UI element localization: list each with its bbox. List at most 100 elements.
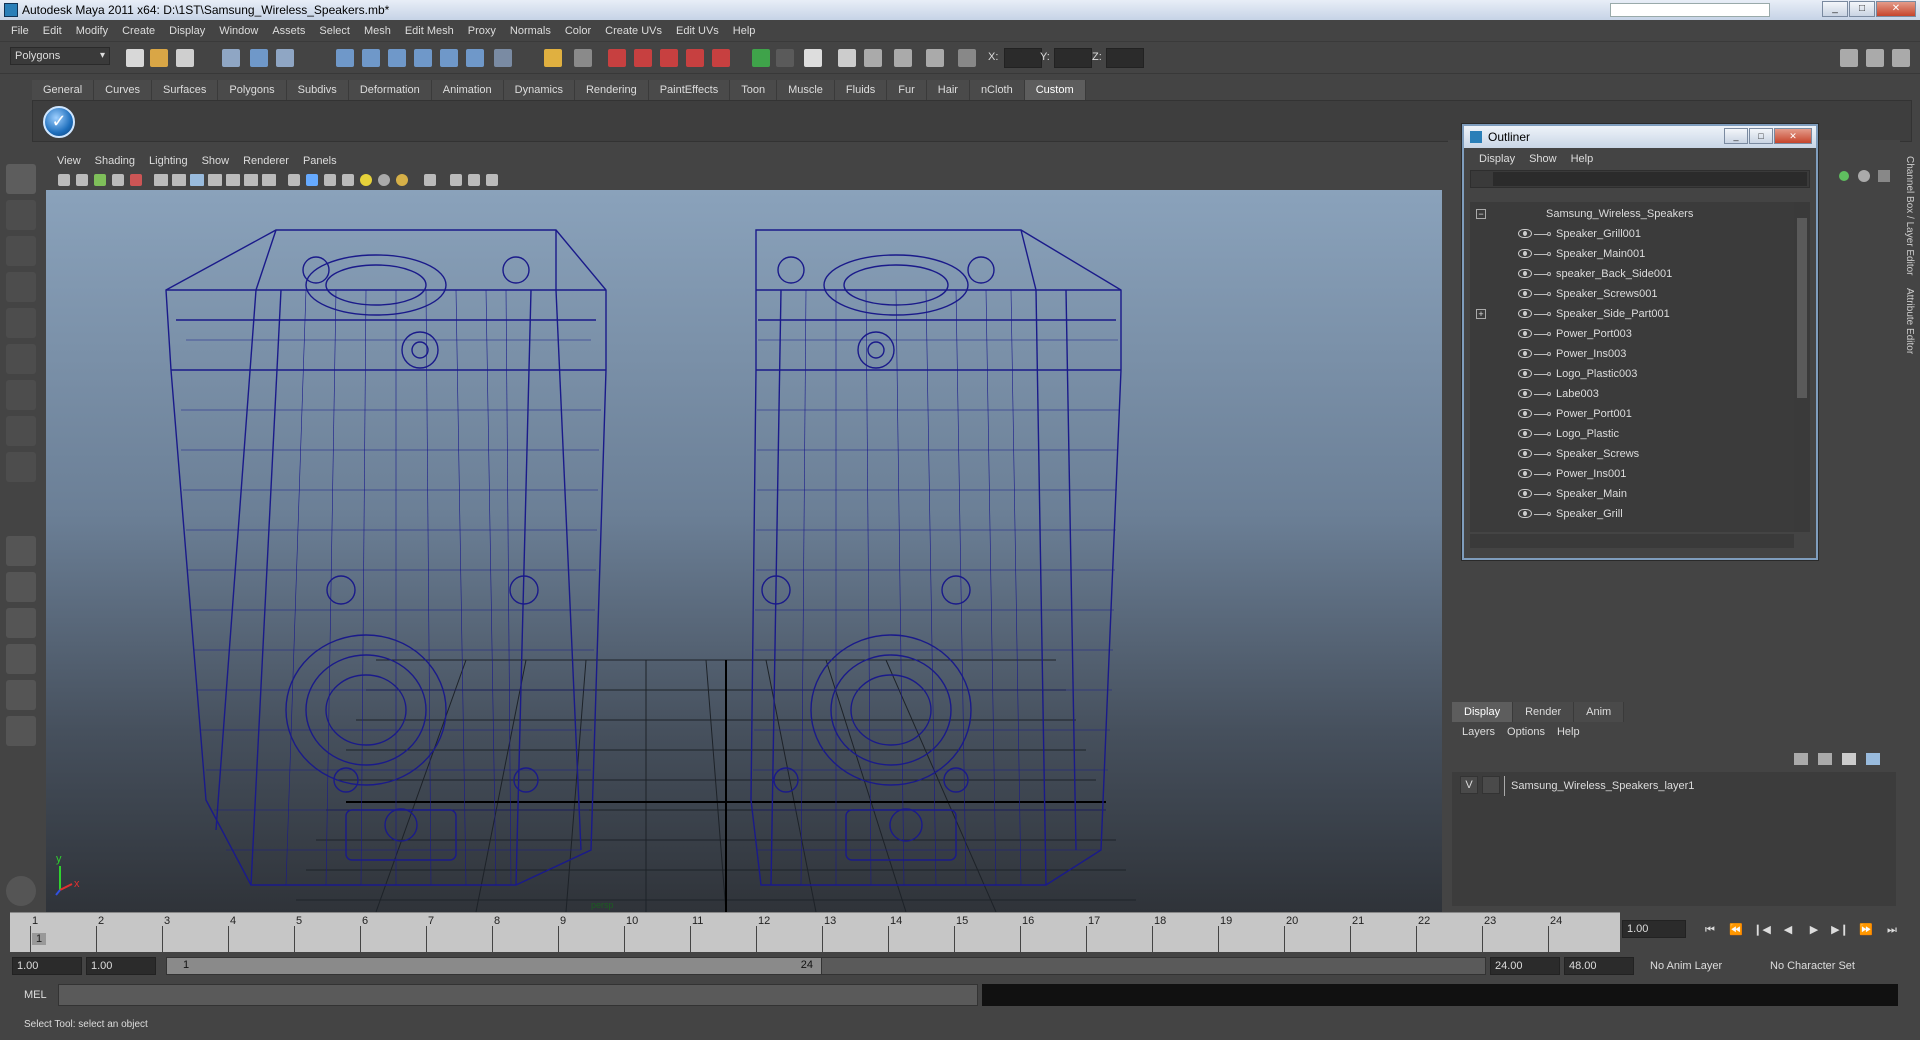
help-icon[interactable] — [494, 49, 512, 67]
y-input[interactable] — [1054, 48, 1092, 68]
tab-painteffects[interactable]: PaintEffects — [648, 80, 731, 100]
toggle-panel-icon[interactable] — [776, 49, 794, 67]
attribute-editor-toggle-icon[interactable] — [838, 49, 856, 67]
layer-playback-toggle[interactable] — [1482, 776, 1500, 794]
tab-toon[interactable]: Toon — [730, 80, 778, 100]
channel-box-toggle-icon[interactable] — [804, 49, 822, 67]
save-scene-icon[interactable] — [176, 49, 194, 67]
layer-menu-help[interactable]: Help — [1551, 722, 1586, 742]
snap-view-plane-icon[interactable] — [414, 49, 432, 67]
persp-outliner-layout-icon[interactable] — [6, 608, 36, 638]
help-search-input[interactable] — [1610, 3, 1770, 17]
z-input[interactable] — [1106, 48, 1144, 68]
current-frame-field[interactable]: 1.00 — [1622, 920, 1686, 938]
viewport-menu-show[interactable]: Show — [195, 152, 237, 170]
playback-end-field[interactable]: 24.00 — [1490, 957, 1560, 975]
layer-menu-options[interactable]: Options — [1501, 722, 1551, 742]
manipulator-tool-icon[interactable] — [6, 380, 36, 410]
make-live-icon[interactable] — [440, 49, 458, 67]
tab-subdivs[interactable]: Subdivs — [286, 80, 349, 100]
input-line-icon[interactable] — [752, 49, 770, 67]
outliner-item[interactable]: Speaker_Main001 — [1470, 244, 1790, 264]
select-by-component-icon[interactable] — [276, 49, 294, 67]
layer-tab-display[interactable]: Display — [1452, 702, 1514, 722]
maximize-button[interactable]: □ — [1849, 1, 1875, 17]
lasso-tool-icon[interactable] — [6, 200, 36, 230]
tab-attribute-editor[interactable]: Attribute Editor — [1900, 282, 1919, 360]
hypershade-icon[interactable] — [686, 49, 704, 67]
x-input[interactable] — [1004, 48, 1042, 68]
history-icon[interactable] — [466, 49, 484, 67]
command-language-label[interactable]: MEL — [24, 989, 47, 1001]
outliner-minimize-button[interactable]: _ — [1724, 128, 1748, 144]
viewport-menu-lighting[interactable]: Lighting — [142, 152, 195, 170]
start-time-field[interactable]: 1.00 — [12, 957, 82, 975]
layer-buttons[interactable] — [1792, 750, 1892, 768]
menu-file[interactable]: File — [4, 20, 36, 42]
select-by-hierarchy-icon[interactable] — [222, 49, 240, 67]
outliner-filter-input[interactable] — [1493, 172, 1807, 186]
snap-point-icon[interactable] — [388, 49, 406, 67]
outliner-menu-display[interactable]: Display — [1472, 148, 1522, 170]
outliner-root-item[interactable]: − Samsung_Wireless_Speakers — [1470, 204, 1790, 224]
outliner-item[interactable]: Logo_Plastic003 — [1470, 364, 1790, 384]
outliner-vertical-scrollbar[interactable] — [1794, 202, 1810, 532]
tab-muscle[interactable]: Muscle — [777, 80, 835, 100]
outliner-item[interactable]: Logo_Plastic — [1470, 424, 1790, 444]
outliner-item[interactable]: Speaker_Grill — [1470, 504, 1790, 524]
menu-create[interactable]: Create — [115, 20, 162, 42]
time-slider[interactable]: 1 2 3 4 5 6 7 8 9 10 11 12 13 14 15 16 17 18 19 20 21 22 23 24 1 — [10, 912, 1620, 952]
layer-tab-anim[interactable]: Anim — [1574, 702, 1625, 722]
play-forwards-icon[interactable]: ▶ — [1804, 922, 1824, 938]
render-view-icon[interactable] — [712, 49, 730, 67]
viewport-menu-renderer[interactable]: Renderer — [236, 152, 296, 170]
outliner-item[interactable]: Labe003 — [1470, 384, 1790, 404]
persp-graph-layout-icon[interactable] — [6, 644, 36, 674]
speaker-right-wireframe[interactable] — [750, 229, 1122, 886]
four-view-layout-icon[interactable] — [6, 572, 36, 602]
step-back-frame-icon[interactable]: ❙◀ — [1752, 922, 1772, 938]
outliner-menu-show[interactable]: Show — [1522, 148, 1564, 170]
hand-tool-icon[interactable] — [6, 876, 36, 906]
tab-polygons[interactable]: Polygons — [218, 80, 287, 100]
outliner-maximize-button[interactable]: □ — [1749, 128, 1773, 144]
scale-tool-icon[interactable] — [6, 344, 36, 374]
command-input[interactable] — [58, 984, 978, 1006]
tab-fluids[interactable]: Fluids — [834, 80, 888, 100]
outliner-item[interactable]: Speaker_Grill001 — [1470, 224, 1790, 244]
outliner-item[interactable]: Power_Port003 — [1470, 324, 1790, 344]
menu-modify[interactable]: Modify — [69, 20, 115, 42]
tab-surfaces[interactable]: Surfaces — [151, 80, 219, 100]
snap-curve-icon[interactable] — [362, 49, 380, 67]
menu-proxy[interactable]: Proxy — [461, 20, 503, 42]
tab-general[interactable]: General — [32, 80, 95, 100]
layer-menu-layers[interactable]: Layers — [1456, 722, 1501, 742]
ipr-render-icon[interactable] — [634, 49, 652, 67]
current-time-marker[interactable]: 1 — [32, 933, 47, 945]
outliner-item[interactable]: speaker_Back_Side001 — [1470, 264, 1790, 284]
viewport-menu-panels[interactable]: Panels — [296, 152, 344, 170]
menu-edit-mesh[interactable]: Edit Mesh — [398, 20, 461, 42]
new-scene-icon[interactable] — [126, 49, 144, 67]
menu-assets[interactable]: Assets — [265, 20, 312, 42]
tab-custom[interactable]: Custom — [1024, 80, 1086, 100]
outliner-item[interactable]: Power_Ins003 — [1470, 344, 1790, 364]
layer-row[interactable]: V Samsung_Wireless_Speakers_layer1 — [1460, 776, 1880, 796]
step-back-key-icon[interactable]: ⏪ — [1726, 922, 1746, 938]
menu-edit-uvs[interactable]: Edit UVs — [669, 20, 726, 42]
anim-layer-dropdown[interactable]: No Anim Layer — [1646, 957, 1722, 975]
outliner-item[interactable]: Speaker_Screws — [1470, 444, 1790, 464]
tab-curves[interactable]: Curves — [94, 80, 152, 100]
absolute-transform-icon[interactable] — [958, 49, 976, 67]
viewport-menu-shading[interactable]: Shading — [88, 152, 142, 170]
snap-grid-icon[interactable] — [336, 49, 354, 67]
menu-edit[interactable]: Edit — [36, 20, 69, 42]
single-perspective-layout-icon[interactable] — [6, 536, 36, 566]
tab-animation[interactable]: Animation — [431, 80, 504, 100]
select-by-object-icon[interactable] — [250, 49, 268, 67]
menu-help[interactable]: Help — [726, 20, 763, 42]
outliner-item[interactable]: Speaker_Screws001 — [1470, 284, 1790, 304]
close-button[interactable]: ✕ — [1876, 1, 1916, 17]
panel-layout-icon[interactable] — [1840, 49, 1858, 67]
tab-dynamics[interactable]: Dynamics — [503, 80, 575, 100]
